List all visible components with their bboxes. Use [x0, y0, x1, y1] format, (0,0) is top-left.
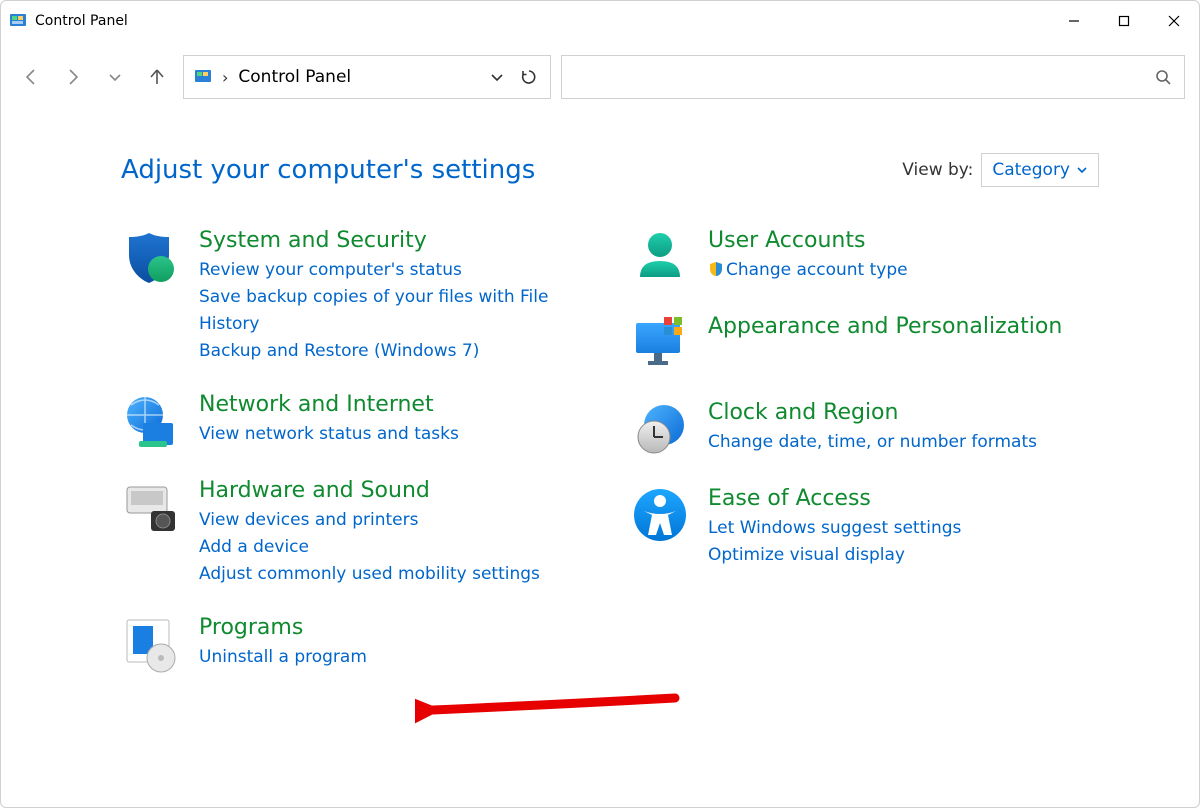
- category-title[interactable]: System and Security: [199, 227, 590, 255]
- category-link[interactable]: Uninstall a program: [199, 644, 590, 671]
- category-network-and-internet: Network and InternetView network status …: [121, 391, 590, 451]
- maximize-button[interactable]: [1099, 1, 1149, 41]
- category-title[interactable]: Network and Internet: [199, 391, 590, 419]
- category-link[interactable]: Backup and Restore (Windows 7): [199, 338, 590, 365]
- category-user-accounts: User AccountsChange account type: [630, 227, 1099, 287]
- category-title[interactable]: Clock and Region: [708, 399, 1099, 427]
- category-link[interactable]: Add a device: [199, 534, 590, 561]
- minimize-button[interactable]: [1049, 1, 1099, 41]
- category-link[interactable]: Let Windows suggest settings: [708, 515, 1099, 542]
- chevron-down-icon: [1076, 164, 1088, 176]
- search-input[interactable]: [572, 67, 1152, 88]
- titlebar: Control Panel: [1, 1, 1199, 41]
- category-ease-of-access: Ease of AccessLet Windows suggest settin…: [630, 485, 1099, 569]
- viewby-value: Category: [992, 160, 1070, 180]
- category-link[interactable]: Review your computer's status: [199, 257, 590, 284]
- page-heading: Adjust your computer's settings: [121, 155, 535, 185]
- category-link[interactable]: Optimize visual display: [708, 542, 1099, 569]
- control-panel-icon: [194, 68, 212, 86]
- user-icon: [630, 227, 690, 287]
- category-programs: ProgramsUninstall a program: [121, 614, 590, 674]
- category-clock-and-region: Clock and RegionChange date, time, or nu…: [630, 399, 1099, 459]
- address-dropdown[interactable]: [486, 70, 508, 84]
- nav-back-button[interactable]: [15, 61, 47, 93]
- address-bar[interactable]: › Control Panel: [183, 55, 551, 99]
- category-title[interactable]: Appearance and Personalization: [708, 313, 1099, 341]
- nav-up-button[interactable]: [141, 61, 173, 93]
- nav-forward-button[interactable]: [57, 61, 89, 93]
- category-title[interactable]: Ease of Access: [708, 485, 1099, 513]
- clock-icon: [630, 399, 690, 459]
- category-link[interactable]: View devices and printers: [199, 507, 590, 534]
- category-title[interactable]: User Accounts: [708, 227, 1099, 255]
- nav-row: › Control Panel: [1, 41, 1199, 113]
- category-appearance-and-personalization: Appearance and Personalization: [630, 313, 1099, 373]
- breadcrumb-item[interactable]: Control Panel: [238, 67, 351, 87]
- viewby-dropdown[interactable]: Category: [981, 153, 1099, 187]
- hardware-icon: [121, 477, 181, 537]
- category-link[interactable]: Save backup copies of your files with Fi…: [199, 284, 590, 338]
- chevron-right-icon[interactable]: ›: [222, 68, 228, 87]
- category-link[interactable]: Change account type: [708, 257, 1099, 284]
- search-box[interactable]: [561, 55, 1185, 99]
- close-button[interactable]: [1149, 1, 1199, 41]
- category-link[interactable]: Change date, time, or number formats: [708, 429, 1099, 456]
- ease-icon: [630, 485, 690, 545]
- viewby-label: View by:: [902, 160, 973, 180]
- programs-icon: [121, 614, 181, 674]
- shield-icon: [121, 227, 181, 287]
- category-link[interactable]: View network status and tasks: [199, 421, 590, 448]
- app-icon: [9, 12, 27, 30]
- nav-recent-dropdown[interactable]: [99, 61, 131, 93]
- category-hardware-and-sound: Hardware and SoundView devices and print…: [121, 477, 590, 588]
- category-title[interactable]: Programs: [199, 614, 590, 642]
- network-icon: [121, 391, 181, 451]
- category-system-and-security: System and SecurityReview your computer'…: [121, 227, 590, 365]
- appearance-icon: [630, 313, 690, 373]
- content-area: Adjust your computer's settings View by:…: [1, 113, 1199, 807]
- search-icon[interactable]: [1152, 69, 1174, 85]
- category-title[interactable]: Hardware and Sound: [199, 477, 590, 505]
- window-title: Control Panel: [35, 13, 128, 29]
- refresh-button[interactable]: [518, 68, 540, 86]
- category-link[interactable]: Adjust commonly used mobility settings: [199, 561, 590, 588]
